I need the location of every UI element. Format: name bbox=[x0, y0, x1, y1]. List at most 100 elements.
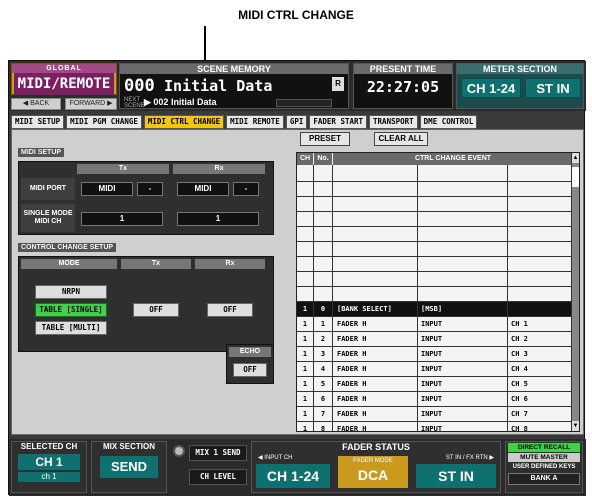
scroll-thumb[interactable] bbox=[572, 167, 579, 187]
cc-rx-button[interactable]: OFF bbox=[207, 303, 253, 317]
row-event-a-cell: FADER H bbox=[337, 350, 367, 358]
fader-mode-value: DCA bbox=[357, 467, 389, 483]
table-row[interactable]: 1 0 [BANK SELECT] [MSB] bbox=[297, 302, 573, 317]
row-event-b-cell: INPUT bbox=[421, 425, 443, 433]
scene-title: Initial Data bbox=[164, 77, 273, 95]
ch-level-button[interactable]: CH LEVEL bbox=[189, 469, 247, 485]
table-row[interactable]: 1 2 FADER H INPUT CH 2 bbox=[297, 332, 573, 347]
tab-midi-ctrl-change[interactable]: MIDI CTRL CHANGE bbox=[143, 115, 225, 129]
mix1-send-button[interactable]: MIX 1 SEND bbox=[189, 445, 247, 461]
nrpn-button[interactable]: NRPN bbox=[35, 285, 107, 299]
empty-table-row[interactable] bbox=[297, 182, 573, 197]
fader-ch-button[interactable]: CH 1-24 bbox=[256, 464, 330, 488]
encoder-icon[interactable] bbox=[173, 445, 185, 457]
row-ch-cell: 1 bbox=[302, 305, 308, 313]
tab-fader-start[interactable]: FADER START bbox=[309, 115, 368, 129]
cc-tx-button[interactable]: OFF bbox=[133, 303, 179, 317]
table-row[interactable]: 1 1 FADER H INPUT CH 1 bbox=[297, 317, 573, 332]
table-scrollbar[interactable]: ▲ ▼ bbox=[571, 153, 579, 431]
tab-midi-remote[interactable]: MIDI REMOTE bbox=[226, 115, 284, 129]
tx-port-field[interactable]: MIDI bbox=[81, 182, 133, 196]
tx-port-sub-field[interactable]: - bbox=[137, 182, 163, 196]
rx-port-field[interactable]: MIDI bbox=[177, 182, 229, 196]
empty-table-row[interactable] bbox=[297, 287, 573, 302]
tab-midi-pgm-change[interactable]: MIDI PGM CHANGE bbox=[66, 115, 142, 129]
next-scene-title: ▶ 002 Initial Data bbox=[144, 97, 217, 107]
single-mode-label: SINGLE MODE MIDI CH bbox=[21, 204, 75, 232]
mute-master-button[interactable]: MUTE MASTER bbox=[508, 453, 580, 462]
row-event-b-cell: INPUT bbox=[421, 350, 443, 358]
empty-table-row[interactable] bbox=[297, 167, 573, 182]
row-event-c-cell: CH 3 bbox=[511, 350, 528, 358]
row-ch-cell: 1 bbox=[302, 410, 308, 418]
meter-ch-button[interactable]: CH 1-24 bbox=[461, 78, 521, 98]
rx-port-sub-field[interactable]: - bbox=[233, 182, 259, 196]
clear-all-button[interactable]: CLEAR ALL bbox=[374, 132, 428, 146]
direct-recall-button[interactable]: DIRECT RECALL bbox=[508, 443, 580, 452]
tab-midi-setup[interactable]: MIDI SETUP bbox=[11, 115, 65, 129]
input-ch-label: ◀ INPUT CH bbox=[258, 455, 293, 461]
echo-button[interactable]: OFF bbox=[233, 363, 267, 377]
empty-table-row[interactable] bbox=[297, 227, 573, 242]
rx-midi-ch-field[interactable]: 1 bbox=[177, 212, 259, 226]
tab-gpi[interactable]: GPI bbox=[285, 115, 308, 129]
row-no-cell: 8 bbox=[320, 425, 326, 433]
table-single-button[interactable]: TABLE [SINGLE] bbox=[35, 303, 107, 317]
row-event-b-cell: INPUT bbox=[421, 395, 443, 403]
fader-status-panel: FADER STATUS ◀ INPUT CH ST IN / FX RTN ▶… bbox=[251, 441, 501, 493]
callout-label: MIDI CTRL CHANGE bbox=[238, 8, 354, 22]
mix-section-value: SEND bbox=[100, 456, 158, 478]
mode-header: MODE bbox=[21, 259, 117, 269]
tab-transport[interactable]: TRANSPORT bbox=[369, 115, 418, 129]
empty-table-row[interactable] bbox=[297, 197, 573, 212]
empty-table-row[interactable] bbox=[297, 212, 573, 227]
scroll-down-icon[interactable]: ▼ bbox=[572, 421, 579, 431]
table-row[interactable]: 1 6 FADER H INPUT CH 6 bbox=[297, 392, 573, 407]
present-time-panel: PRESENT TIME 22:27:05 bbox=[353, 63, 453, 109]
row-event-b-cell: INPUT bbox=[421, 365, 443, 373]
selected-ch-value: CH 1 bbox=[18, 454, 80, 470]
row-event-a-cell: [BANK SELECT] bbox=[337, 305, 392, 313]
empty-table-row[interactable] bbox=[297, 272, 573, 287]
selected-ch-panel[interactable]: SELECTED CH CH 1 ch 1 bbox=[11, 441, 87, 493]
midi-setup-tx-header: Tx bbox=[77, 164, 169, 174]
present-time-value: 22:27:05 bbox=[366, 78, 440, 96]
tab-bar: MIDI SETUP MIDI PGM CHANGE MIDI CTRL CHA… bbox=[11, 115, 478, 129]
global-label: GLOBAL bbox=[12, 64, 116, 73]
scene-memory-panel[interactable]: SCENE MEMORY 000 Initial Data R NEXT SCE… bbox=[119, 63, 349, 109]
tab-dme-control[interactable]: DME CONTROL bbox=[419, 115, 478, 129]
back-button[interactable]: ◀ BACK bbox=[11, 98, 61, 110]
table-row[interactable]: 1 5 FADER H INPUT CH 5 bbox=[297, 377, 573, 392]
read-only-flag: R bbox=[332, 77, 344, 91]
divider bbox=[507, 165, 508, 431]
empty-table-row[interactable] bbox=[297, 242, 573, 257]
table-row[interactable]: 1 4 FADER H INPUT CH 4 bbox=[297, 362, 573, 377]
mix-section-panel[interactable]: MIX SECTION SEND bbox=[91, 441, 167, 493]
table-row[interactable]: 1 8 FADER H INPUT CH 8 bbox=[297, 422, 573, 437]
table-row[interactable]: 1 7 FADER H INPUT CH 7 bbox=[297, 407, 573, 422]
cc-tx-header: Tx bbox=[121, 259, 191, 269]
preset-button[interactable]: PRESET bbox=[300, 132, 350, 146]
tx-midi-ch-field[interactable]: 1 bbox=[81, 212, 163, 226]
fader-mode-button[interactable]: FADER MODE DCA bbox=[338, 456, 408, 488]
meter-st-button[interactable]: ST IN bbox=[525, 78, 581, 98]
col-header-event: CTRL CHANGE EVENT bbox=[333, 153, 573, 165]
bank-button[interactable]: BANK A bbox=[508, 473, 580, 485]
table-multi-button[interactable]: TABLE [MULTI] bbox=[35, 321, 107, 335]
row-event-a-cell: FADER H bbox=[337, 410, 367, 418]
scroll-up-icon[interactable]: ▲ bbox=[572, 153, 579, 163]
row-ch-cell: 1 bbox=[302, 350, 308, 358]
scene-memory-title: SCENE MEMORY bbox=[120, 64, 348, 74]
empty-table-row[interactable] bbox=[297, 257, 573, 272]
table-row[interactable]: 1 3 FADER H INPUT CH 3 bbox=[297, 347, 573, 362]
row-event-c-cell: CH 6 bbox=[511, 395, 528, 403]
function-access-area[interactable]: GLOBAL MIDI/REMOTE bbox=[11, 63, 117, 95]
midi-setup-rx-header: Rx bbox=[173, 164, 265, 174]
row-ch-cell: 1 bbox=[302, 395, 308, 403]
row-event-c-cell: CH 1 bbox=[511, 320, 528, 328]
fader-st-button[interactable]: ST IN bbox=[416, 464, 496, 488]
user-keys-panel: DIRECT RECALL MUTE MASTER USER DEFINED K… bbox=[505, 441, 583, 493]
main-content: MIDI SETUP Tx Rx MIDI PORT MIDI - MIDI -… bbox=[11, 129, 584, 437]
row-no-cell: 2 bbox=[320, 335, 326, 343]
forward-button[interactable]: FORWARD ▶ bbox=[65, 98, 117, 110]
